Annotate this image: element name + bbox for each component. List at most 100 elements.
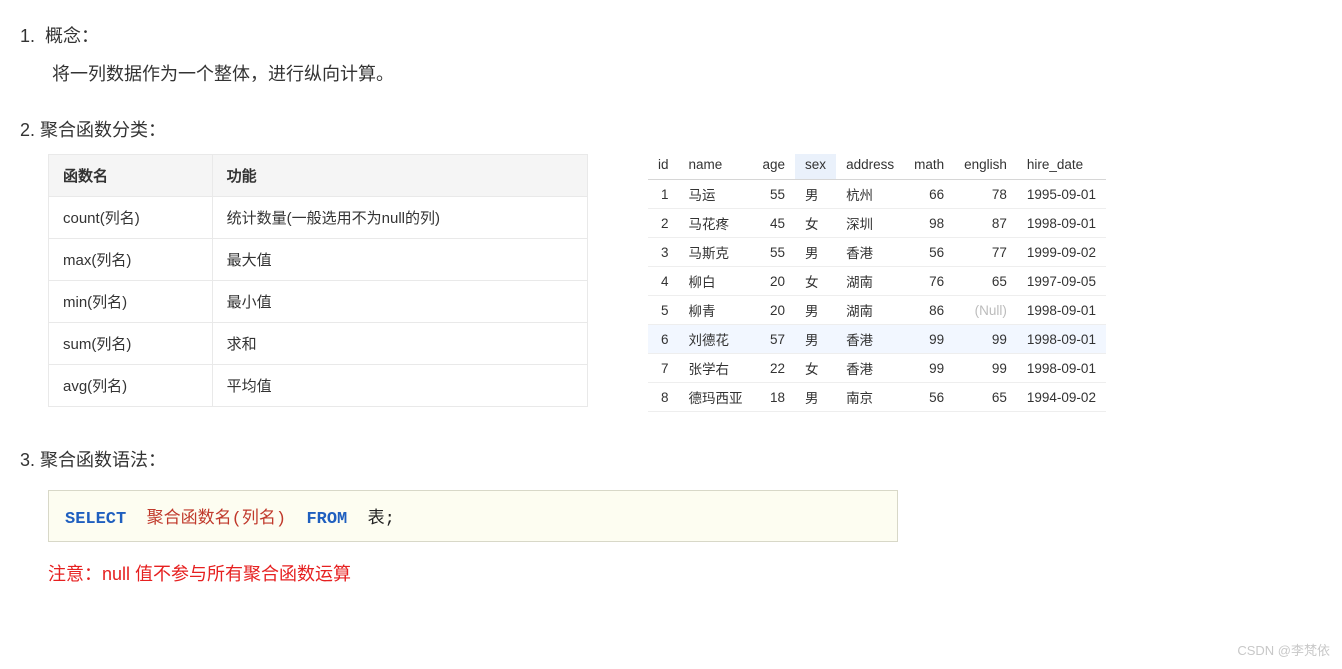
- data-cell: 杭州: [836, 180, 904, 209]
- col-math[interactable]: math: [904, 154, 954, 180]
- note-text: 注意：null 值不参与所有聚合函数运算: [48, 560, 1322, 586]
- tok-col: 列名: [242, 510, 276, 529]
- data-cell: 柳白: [679, 267, 753, 296]
- data-cell: 深圳: [836, 209, 904, 238]
- data-cell: 男: [795, 383, 836, 412]
- table-row[interactable]: 5柳青20男湖南86(Null)1998-09-01: [648, 296, 1106, 325]
- table-row[interactable]: 7张学右22女香港99991998-09-01: [648, 354, 1106, 383]
- data-cell: 98: [904, 209, 954, 238]
- data-cell: 男: [795, 296, 836, 325]
- data-cell: 8: [648, 383, 679, 412]
- data-cell: 86: [904, 296, 954, 325]
- data-cell: (Null): [954, 296, 1017, 325]
- table-row[interactable]: 4柳白20女湖南76651997-09-05: [648, 267, 1106, 296]
- tok-lp: (: [232, 510, 242, 529]
- table-row[interactable]: 1马运55男杭州66781995-09-01: [648, 180, 1106, 209]
- data-cell: 男: [795, 180, 836, 209]
- data-cell: 65: [954, 267, 1017, 296]
- data-cell: 南京: [836, 383, 904, 412]
- data-cell: 1998-09-01: [1017, 354, 1106, 383]
- data-cell: 张学右: [679, 354, 753, 383]
- kw-select: SELECT: [65, 510, 126, 529]
- table-row: count(列名)统计数量(一般选用不为null的列): [49, 197, 588, 239]
- data-cell: 女: [795, 209, 836, 238]
- data-cell: 香港: [836, 238, 904, 267]
- fn-desc-cell: 平均值: [212, 365, 587, 407]
- tok-fn: 聚合函数名: [147, 510, 232, 529]
- data-cell: 99: [954, 354, 1017, 383]
- section-2-heading: 2. 聚合函数分类：: [20, 116, 1322, 142]
- data-cell: 99: [954, 325, 1017, 354]
- section-title: 聚合函数语法：: [40, 450, 166, 470]
- fn-name-cell: max(列名): [49, 239, 213, 281]
- data-cell: 76: [904, 267, 954, 296]
- fn-name-cell: count(列名): [49, 197, 213, 239]
- data-cell: 20: [753, 296, 796, 325]
- student-data-table: id name age sex address math english hir…: [648, 154, 1106, 412]
- table-row: min(列名)最小值: [49, 281, 588, 323]
- function-table: 函数名 功能 count(列名)统计数量(一般选用不为null的列)max(列名…: [48, 154, 588, 407]
- data-cell: 女: [795, 267, 836, 296]
- section-num: 3.: [20, 450, 35, 470]
- data-cell: 男: [795, 238, 836, 267]
- data-cell: 77: [954, 238, 1017, 267]
- table-row: avg(列名)平均值: [49, 365, 588, 407]
- col-address[interactable]: address: [836, 154, 904, 180]
- data-cell: 5: [648, 296, 679, 325]
- data-cell: 56: [904, 238, 954, 267]
- data-cell: 1997-09-05: [1017, 267, 1106, 296]
- table-row[interactable]: 3马斯克55男香港56771999-09-02: [648, 238, 1106, 267]
- data-cell: 18: [753, 383, 796, 412]
- data-cell: 55: [753, 238, 796, 267]
- data-cell: 20: [753, 267, 796, 296]
- data-cell: 女: [795, 354, 836, 383]
- data-cell: 22: [753, 354, 796, 383]
- fn-desc-cell: 最大值: [212, 239, 587, 281]
- data-cell: 45: [753, 209, 796, 238]
- tok-rp: ): [276, 510, 286, 529]
- fn-name-cell: sum(列名): [49, 323, 213, 365]
- data-cell: 男: [795, 325, 836, 354]
- data-cell: 99: [904, 354, 954, 383]
- section-num: 1.: [20, 26, 35, 46]
- table-row[interactable]: 6刘德花57男香港99991998-09-01: [648, 325, 1106, 354]
- kw-from: FROM: [306, 510, 347, 529]
- data-cell: 7: [648, 354, 679, 383]
- data-cell: 66: [904, 180, 954, 209]
- data-cell: 65: [954, 383, 1017, 412]
- data-cell: 马花疼: [679, 209, 753, 238]
- data-cell: 3: [648, 238, 679, 267]
- col-age[interactable]: age: [753, 154, 796, 180]
- data-cell: 香港: [836, 325, 904, 354]
- data-cell: 78: [954, 180, 1017, 209]
- fn-name-cell: min(列名): [49, 281, 213, 323]
- col-name[interactable]: name: [679, 154, 753, 180]
- data-cell: 1994-09-02: [1017, 383, 1106, 412]
- data-cell: 57: [753, 325, 796, 354]
- data-cell: 1999-09-02: [1017, 238, 1106, 267]
- table-row[interactable]: 2马花疼45女深圳98871998-09-01: [648, 209, 1106, 238]
- data-cell: 56: [904, 383, 954, 412]
- col-header-desc: 功能: [212, 155, 587, 197]
- data-cell: 1: [648, 180, 679, 209]
- watermark: CSDN @李梵依: [1237, 640, 1330, 659]
- table-row[interactable]: 8德玛西亚18男南京56651994-09-02: [648, 383, 1106, 412]
- data-cell: 99: [904, 325, 954, 354]
- data-cell: 湖南: [836, 267, 904, 296]
- col-id[interactable]: id: [648, 154, 679, 180]
- col-english[interactable]: english: [954, 154, 1017, 180]
- fn-desc-cell: 求和: [212, 323, 587, 365]
- data-cell: 湖南: [836, 296, 904, 325]
- data-cell: 2: [648, 209, 679, 238]
- data-cell: 55: [753, 180, 796, 209]
- data-cell: 马运: [679, 180, 753, 209]
- col-sex[interactable]: sex: [795, 154, 836, 180]
- section-1-heading: 1. 概念：: [20, 22, 1322, 48]
- col-header-name: 函数名: [49, 155, 213, 197]
- data-cell: 1995-09-01: [1017, 180, 1106, 209]
- data-cell: 德玛西亚: [679, 383, 753, 412]
- col-hire-date[interactable]: hire_date: [1017, 154, 1106, 180]
- data-cell: 刘德花: [679, 325, 753, 354]
- data-cell: 香港: [836, 354, 904, 383]
- section-1-body: 将一列数据作为一个整体，进行纵向计算。: [52, 60, 1322, 86]
